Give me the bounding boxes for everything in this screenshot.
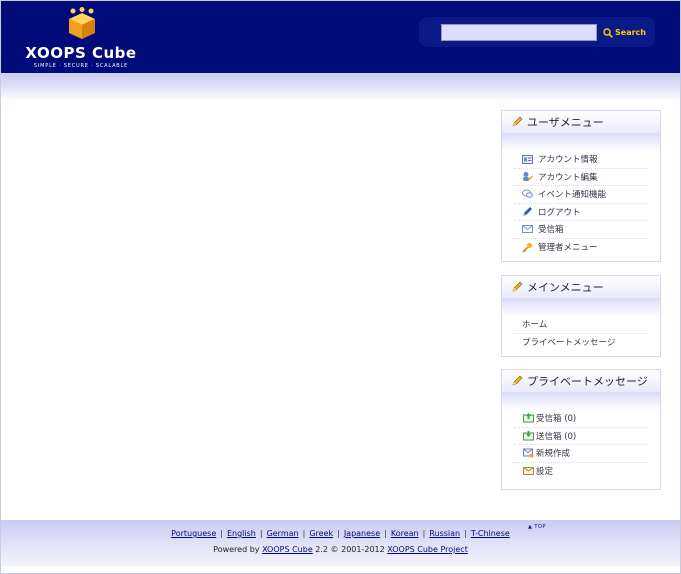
user-menu-item-account-info[interactable]: アカウント情報 bbox=[514, 151, 648, 169]
main-menu-block: メインメニュー ホーム プライベートメッセージ bbox=[501, 275, 661, 357]
main-menu-item-home[interactable]: ホーム bbox=[514, 316, 648, 334]
lang-link-portuguese[interactable]: Portuguese bbox=[171, 529, 216, 538]
id-card-icon bbox=[521, 153, 533, 165]
pm-menu-item-inbox[interactable]: 受信箱 (0) bbox=[514, 410, 648, 428]
site-header: XOOPS Cube SIMPLE · SECURE · SCALABLE Se… bbox=[1, 1, 680, 73]
user-menu-item-inbox[interactable]: 受信箱 bbox=[514, 221, 648, 239]
lang-link-russian[interactable]: Russian bbox=[429, 529, 460, 538]
site-logo[interactable]: XOOPS Cube SIMPLE · SECURE · SCALABLE bbox=[21, 7, 141, 69]
brand-name: XOOPS Cube bbox=[25, 44, 137, 62]
site-footer: ▲ TOP Portuguese | English | German | Greek | Ja… bbox=[1, 520, 680, 566]
search-box: Search bbox=[419, 17, 655, 47]
settings-icon bbox=[522, 465, 534, 477]
pm-menu-item-outbox[interactable]: 送信箱 (0) bbox=[514, 428, 648, 445]
search-button[interactable]: Search bbox=[603, 23, 646, 42]
search-icon bbox=[603, 27, 613, 38]
user-menu-block: ユーザメニュー アカウント情報 アカウント編集 イベント通知機能 ログアウト 受… bbox=[501, 110, 661, 262]
xoops-cube-link[interactable]: XOOPS Cube bbox=[262, 545, 313, 554]
logout-icon bbox=[521, 206, 533, 218]
user-menu-item-admin[interactable]: 管理者メニュー bbox=[514, 239, 648, 257]
edit-user-icon bbox=[521, 171, 533, 183]
brand-tagline: SIMPLE · SECURE · SCALABLE bbox=[33, 63, 129, 69]
block-title: ユーザメニュー bbox=[502, 111, 660, 133]
mail-icon bbox=[521, 223, 533, 235]
sub-navigation-bar bbox=[1, 73, 680, 101]
compose-icon bbox=[522, 447, 534, 459]
user-menu-item-notifications[interactable]: イベント通知機能 bbox=[514, 186, 648, 204]
inbox-icon bbox=[522, 412, 534, 424]
outbox-icon bbox=[522, 430, 534, 442]
notification-icon bbox=[521, 188, 533, 200]
private-message-block: プライベートメッセージ 受信箱 (0) 送信箱 (0) 新規作成 設定 bbox=[501, 369, 661, 490]
lang-link-greek[interactable]: Greek bbox=[309, 529, 333, 538]
pm-menu-item-compose[interactable]: 新規作成 bbox=[514, 445, 648, 463]
pencil-icon bbox=[512, 375, 523, 386]
search-input[interactable] bbox=[441, 24, 597, 41]
block-title: メインメニュー bbox=[502, 276, 660, 298]
lang-link-t-chinese[interactable]: T-Chinese bbox=[471, 529, 510, 538]
user-menu-item-logout[interactable]: ログアウト bbox=[514, 204, 648, 221]
lang-link-korean[interactable]: Korean bbox=[391, 529, 419, 538]
language-links: Portuguese | English | German | Greek | Japanese… bbox=[171, 529, 510, 538]
xoops-cube-project-link[interactable]: XOOPS Cube Project bbox=[387, 545, 468, 554]
key-icon bbox=[521, 241, 533, 253]
lang-link-english[interactable]: English bbox=[227, 529, 256, 538]
main-menu-item-private-message[interactable]: プライベートメッセージ bbox=[514, 334, 648, 352]
pencil-icon bbox=[512, 281, 523, 292]
block-title: プライベートメッセージ bbox=[502, 370, 660, 392]
search-button-label: Search bbox=[615, 28, 646, 37]
cube-logo-icon bbox=[69, 7, 95, 39]
powered-by: Powered by XOOPS Cube 2.2 © 2001-2012 XO… bbox=[213, 545, 468, 554]
pencil-icon bbox=[512, 116, 523, 127]
lang-link-japanese[interactable]: Japanese bbox=[344, 529, 380, 538]
lang-link-german[interactable]: German bbox=[267, 529, 299, 538]
user-menu-item-account-edit[interactable]: アカウント編集 bbox=[514, 169, 648, 186]
pm-menu-item-settings[interactable]: 設定 bbox=[514, 463, 648, 481]
